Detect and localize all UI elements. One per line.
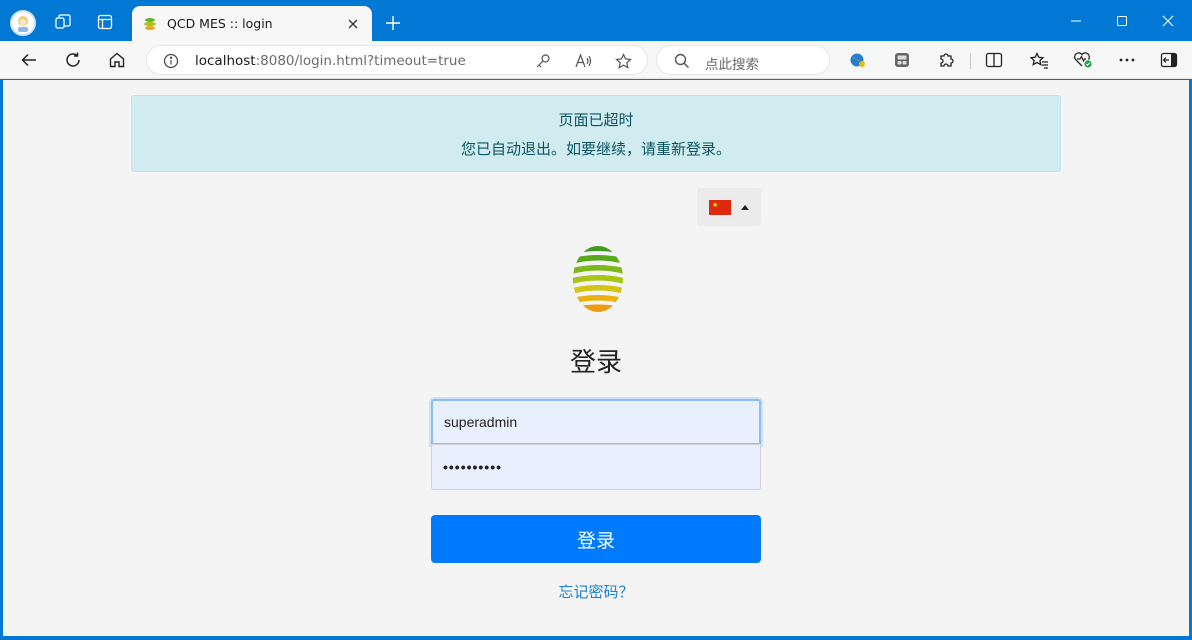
alert-message: 您已自动退出。如要继续，请重新登录。 bbox=[460, 140, 731, 158]
tab-favicon-icon bbox=[144, 17, 156, 30]
extensions-puzzle-icon[interactable] bbox=[933, 47, 959, 73]
password-input[interactable]: •••••••••• bbox=[431, 444, 761, 490]
qcd-logo bbox=[573, 246, 623, 312]
minimize-button[interactable] bbox=[1063, 8, 1089, 34]
favorite-star-icon[interactable] bbox=[613, 51, 633, 71]
forgot-password-link[interactable]: 忘记密码？ bbox=[3, 581, 1189, 602]
close-tab-icon[interactable] bbox=[344, 15, 362, 33]
profile-avatar[interactable] bbox=[10, 10, 36, 36]
alert-title: 页面已超时 bbox=[558, 111, 634, 129]
toolbar-divider bbox=[970, 53, 971, 69]
tab-title: QCD MES :: login bbox=[167, 16, 273, 31]
search-icon bbox=[674, 53, 690, 73]
browser-toolbar: localhost:8080/login.html?timeout=true 点… bbox=[0, 41, 1192, 79]
read-aloud-icon[interactable] bbox=[574, 51, 594, 71]
login-heading: 登录 bbox=[569, 348, 622, 378]
refresh-icon[interactable] bbox=[60, 47, 86, 73]
split-screen-icon[interactable] bbox=[981, 47, 1007, 73]
page-content: 页面已超时 您已自动退出。如要继续，请重新登录。 ★ 登录 superadmin… bbox=[3, 80, 1189, 636]
address-bar[interactable]: localhost:8080/login.html?timeout=true bbox=[146, 45, 648, 75]
password-key-icon[interactable] bbox=[533, 51, 553, 71]
search-placeholder: 点此搜索 bbox=[705, 57, 759, 73]
extension-globe-icon[interactable] bbox=[845, 47, 871, 73]
cn-flag-icon: ★ bbox=[709, 199, 731, 215]
search-box[interactable]: 点此搜索 bbox=[656, 45, 830, 75]
maximize-button[interactable] bbox=[1109, 8, 1135, 34]
close-window-button[interactable] bbox=[1155, 8, 1181, 34]
back-icon[interactable] bbox=[16, 47, 42, 73]
favorites-icon[interactable] bbox=[1026, 47, 1052, 73]
tab-strip: QCD MES :: login bbox=[0, 0, 1192, 41]
home-icon[interactable] bbox=[104, 47, 130, 73]
sidebar-toggle-icon[interactable] bbox=[1156, 47, 1182, 73]
login-button[interactable]: 登录 bbox=[431, 515, 761, 563]
language-selector[interactable]: ★ bbox=[697, 188, 761, 226]
workspaces-icon[interactable] bbox=[50, 9, 76, 35]
extension-app-icon[interactable] bbox=[889, 47, 915, 73]
address-url[interactable]: localhost:8080/login.html?timeout=true bbox=[195, 53, 466, 69]
username-input[interactable]: superadmin bbox=[431, 399, 761, 445]
tab-actions-icon[interactable] bbox=[92, 9, 118, 35]
timeout-alert: 页面已超时 您已自动退出。如要继续，请重新登录。 bbox=[131, 95, 1061, 172]
new-tab-button[interactable] bbox=[381, 11, 405, 35]
caret-up-icon bbox=[741, 204, 749, 210]
more-options-icon[interactable] bbox=[1114, 47, 1140, 73]
site-info-icon[interactable] bbox=[163, 53, 179, 73]
browser-essentials-icon[interactable] bbox=[1070, 47, 1096, 73]
tab-active[interactable]: QCD MES :: login bbox=[132, 6, 372, 41]
